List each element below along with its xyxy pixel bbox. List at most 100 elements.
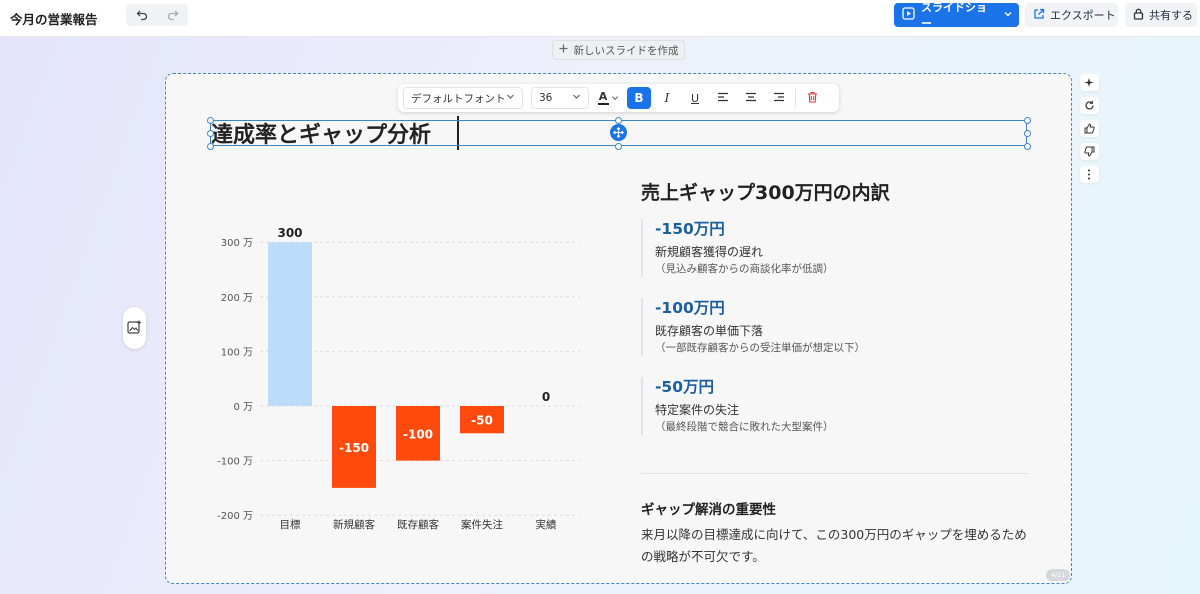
export-button[interactable]: エクスポート xyxy=(1025,3,1118,27)
underline-glyph: U xyxy=(690,91,700,105)
align-right-icon xyxy=(773,91,785,105)
text-format-toolbar: デフォルトフォント 36 A B I U xyxy=(398,84,839,112)
redo-icon[interactable] xyxy=(167,9,179,21)
insert-image-button[interactable] xyxy=(123,307,146,349)
chevron-down-icon xyxy=(611,91,619,105)
trash-icon xyxy=(807,91,818,106)
thumbs-down-icon xyxy=(1083,142,1095,161)
data-label: -50 xyxy=(471,414,493,428)
x-tick-label: 既存顧客 xyxy=(397,518,439,531)
data-label: 300 xyxy=(277,226,302,240)
regenerate-button[interactable] xyxy=(1079,96,1099,115)
resize-handle-right[interactable] xyxy=(1023,129,1031,137)
plus-icon xyxy=(559,44,568,56)
underline-button[interactable]: U xyxy=(683,87,707,109)
resize-handle-top-left[interactable] xyxy=(206,116,214,124)
breakdown-label: 新規顧客獲得の遅れ xyxy=(655,245,764,259)
text-color-icon: A xyxy=(597,89,609,105)
text-color-glyph: A xyxy=(598,89,608,103)
align-left-icon xyxy=(717,91,729,105)
x-tick-label: 目標 xyxy=(280,518,301,531)
bold-glyph: B xyxy=(634,91,644,105)
font-size-select[interactable]: 36 xyxy=(531,87,589,109)
breakdown-title[interactable]: 売上ギャップ300万円の内訳 xyxy=(641,178,890,205)
thumbs-up-icon xyxy=(1084,119,1095,138)
y-tick-label: -100 万 xyxy=(217,457,253,468)
resize-handle-bottom[interactable] xyxy=(614,142,622,150)
align-center-icon xyxy=(745,91,757,105)
breakdown-item[interactable]: -150万円 新規顧客獲得の遅れ （見込み顧客からの商談化率が低調） xyxy=(641,219,1021,277)
data-label: -100 xyxy=(403,427,433,441)
y-tick-label: 200 万 xyxy=(221,293,253,304)
align-left-button[interactable] xyxy=(711,87,735,109)
italic-button[interactable]: I xyxy=(655,87,679,109)
document-title[interactable]: 今月の営業報告 xyxy=(10,9,98,28)
breakdown-item[interactable]: -50万円 特定案件の失注 （最終段階で競合に敗れた大型案件） xyxy=(641,377,1021,435)
refresh-icon xyxy=(1084,96,1095,115)
share-label: 共有する xyxy=(1149,9,1193,22)
x-tick-label: 案件失注 xyxy=(461,518,503,531)
undo-redo-group xyxy=(126,4,188,26)
breakdown-amount: -150万円 xyxy=(655,220,725,238)
resize-handle-bottom-left[interactable] xyxy=(206,142,214,150)
align-right-button[interactable] xyxy=(767,87,791,109)
chevron-down-icon xyxy=(572,92,581,104)
italic-glyph: I xyxy=(664,91,670,105)
move-icon xyxy=(613,123,624,142)
breakdown-label: 特定案件の失注 xyxy=(655,403,740,417)
slide-actions xyxy=(1078,74,1100,183)
font-size-value: 36 xyxy=(539,92,553,104)
chevron-down-icon xyxy=(506,92,515,104)
toolbar-divider xyxy=(795,89,796,107)
bold-button[interactable]: B xyxy=(627,87,651,109)
new-slide-label: 新しいスライドを作成 xyxy=(573,44,679,57)
thumbs-down-button[interactable] xyxy=(1079,142,1099,161)
y-tick-label: -200 万 xyxy=(217,511,253,522)
breakdown-amount: -100万円 xyxy=(655,299,725,317)
y-tick-label: 300 万 xyxy=(221,238,253,249)
more-vertical-icon xyxy=(1087,165,1091,184)
text-color-button[interactable]: A xyxy=(593,87,623,109)
new-slide-button[interactable]: 新しいスライドを作成 xyxy=(552,40,685,60)
more-options-button[interactable] xyxy=(1079,165,1099,184)
image-add-icon xyxy=(127,319,142,338)
resize-handle-left[interactable] xyxy=(206,129,214,137)
breakdown-note: （一部既存顧客からの受注単価が想定以下） xyxy=(655,342,865,354)
share-button[interactable]: 共有する xyxy=(1125,3,1197,27)
font-family-select[interactable]: デフォルトフォント xyxy=(403,87,523,109)
breakdown-label: 既存顧客の単価下落 xyxy=(655,324,764,338)
chevron-down-icon[interactable] xyxy=(1003,9,1013,22)
slideshow-label: スライドショー xyxy=(921,1,987,30)
move-handle[interactable] xyxy=(610,124,627,141)
slideshow-button[interactable]: スライドショー xyxy=(894,1,1019,30)
play-icon xyxy=(902,7,915,23)
top-bar: 今月の営業報告 スライドショー エクスポート 共有する xyxy=(0,0,1200,37)
breakdown-note: （見込み顧客からの商談化率が低調） xyxy=(655,263,834,275)
delete-button[interactable] xyxy=(800,87,824,109)
chart-bar xyxy=(268,242,312,406)
thumbs-up-button[interactable] xyxy=(1079,119,1099,138)
data-label: -150 xyxy=(339,441,369,455)
gap-heading[interactable]: ギャップ解消の重要性 xyxy=(641,498,776,518)
y-tick-label: 0 万 xyxy=(233,402,253,413)
data-label: 0 xyxy=(542,390,550,404)
align-center-button[interactable] xyxy=(739,87,763,109)
breakdown-item[interactable]: -100万円 既存顧客の単価下落 （一部既存顧客からの受注単価が想定以下） xyxy=(641,298,1021,356)
undo-icon[interactable] xyxy=(136,9,148,21)
x-tick-label: 実績 xyxy=(536,518,557,531)
gap-body[interactable]: 来月以降の目標達成に向けて、この300万円のギャップを埋めるための戦略が不可欠で… xyxy=(641,524,1031,568)
ai-sparkle-button[interactable] xyxy=(1079,73,1099,92)
export-icon xyxy=(1033,8,1045,23)
font-family-value: デフォルトフォント xyxy=(411,92,506,105)
y-tick-label: 100 万 xyxy=(221,347,253,358)
waterfall-chart: 300 万 200 万 100 万 0 万 -100 万 -200 万 300 目標 -150 新… xyxy=(217,226,580,531)
resize-handle-top-right[interactable] xyxy=(1023,116,1031,124)
section-divider xyxy=(641,473,1028,474)
breakdown-amount: -50万円 xyxy=(655,378,715,396)
breakdown-note: （最終段階で競合に敗れた大型案件） xyxy=(655,421,834,433)
page-indicator: 4/11 xyxy=(1046,569,1070,581)
x-tick-label: 新規顧客 xyxy=(333,518,375,531)
resize-handle-bottom-right[interactable] xyxy=(1023,142,1031,150)
sparkle-icon xyxy=(1084,73,1095,92)
export-label: エクスポート xyxy=(1050,9,1116,22)
